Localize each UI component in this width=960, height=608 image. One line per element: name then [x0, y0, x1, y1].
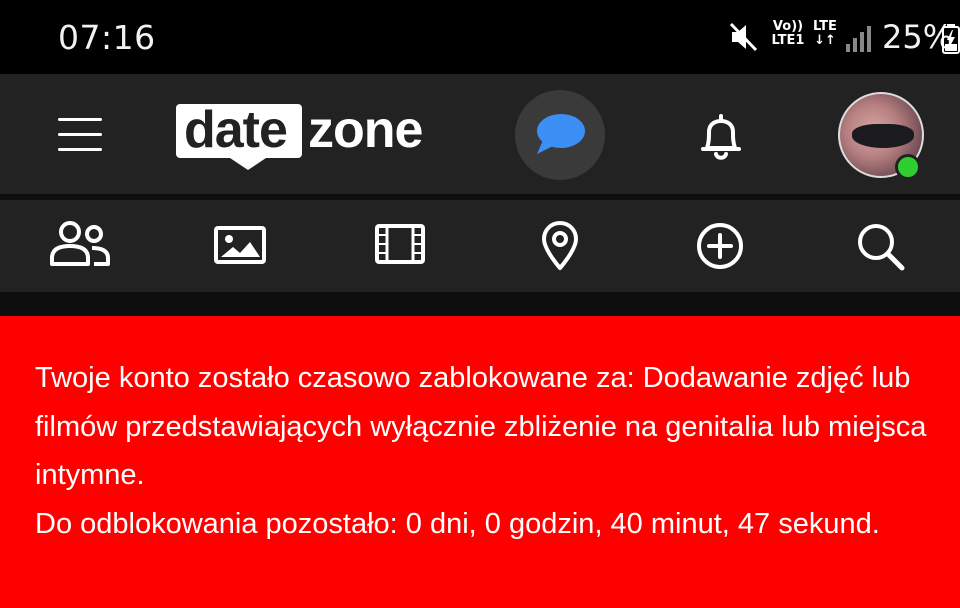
battery-charging-icon — [942, 24, 960, 54]
status-time: 07:16 — [58, 18, 156, 57]
nav-add[interactable] — [688, 220, 752, 272]
online-status-dot — [895, 154, 921, 180]
nav-bottom-strip — [0, 292, 960, 316]
menu-icon[interactable] — [58, 118, 102, 152]
account-blocked-alert: Twoje konto zostało czasowo zablokowane … — [0, 316, 960, 608]
search-icon — [858, 224, 905, 271]
nav-users[interactable] — [48, 220, 112, 272]
logo-text-date: date — [184, 101, 288, 159]
status-bar: 07:16 Vo)) LTE1 LTE ↓↑ 25% — [0, 0, 960, 74]
app-header: date zone — [0, 74, 960, 194]
nav-search[interactable] — [848, 220, 912, 272]
mute-icon — [729, 22, 758, 52]
lte-indicator: LTE ↓↑ — [813, 19, 837, 48]
logo-text-zone: zone — [308, 101, 423, 159]
users-icon — [50, 221, 110, 266]
signal-icon — [846, 26, 871, 52]
nav-videos[interactable] — [368, 220, 432, 272]
film-icon — [375, 224, 425, 264]
nav-photos[interactable] — [208, 220, 272, 272]
alert-message: Twoje konto zostało czasowo zablokowane … — [35, 362, 927, 491]
alert-countdown: Do odblokowania pozostało: 0 dni, 0 godz… — [35, 507, 880, 540]
chat-icon — [537, 114, 585, 154]
image-icon — [214, 226, 266, 264]
bell-icon[interactable] — [697, 112, 745, 162]
alert-text: Twoje konto zostało czasowo zablokowane … — [35, 354, 935, 548]
messages-button[interactable] — [515, 90, 605, 180]
location-pin-icon — [542, 221, 578, 270]
icon-navigation — [0, 200, 960, 292]
add-circle-icon — [697, 223, 743, 269]
volte-indicator: Vo)) LTE1 — [771, 19, 805, 48]
nav-location[interactable] — [528, 220, 592, 272]
